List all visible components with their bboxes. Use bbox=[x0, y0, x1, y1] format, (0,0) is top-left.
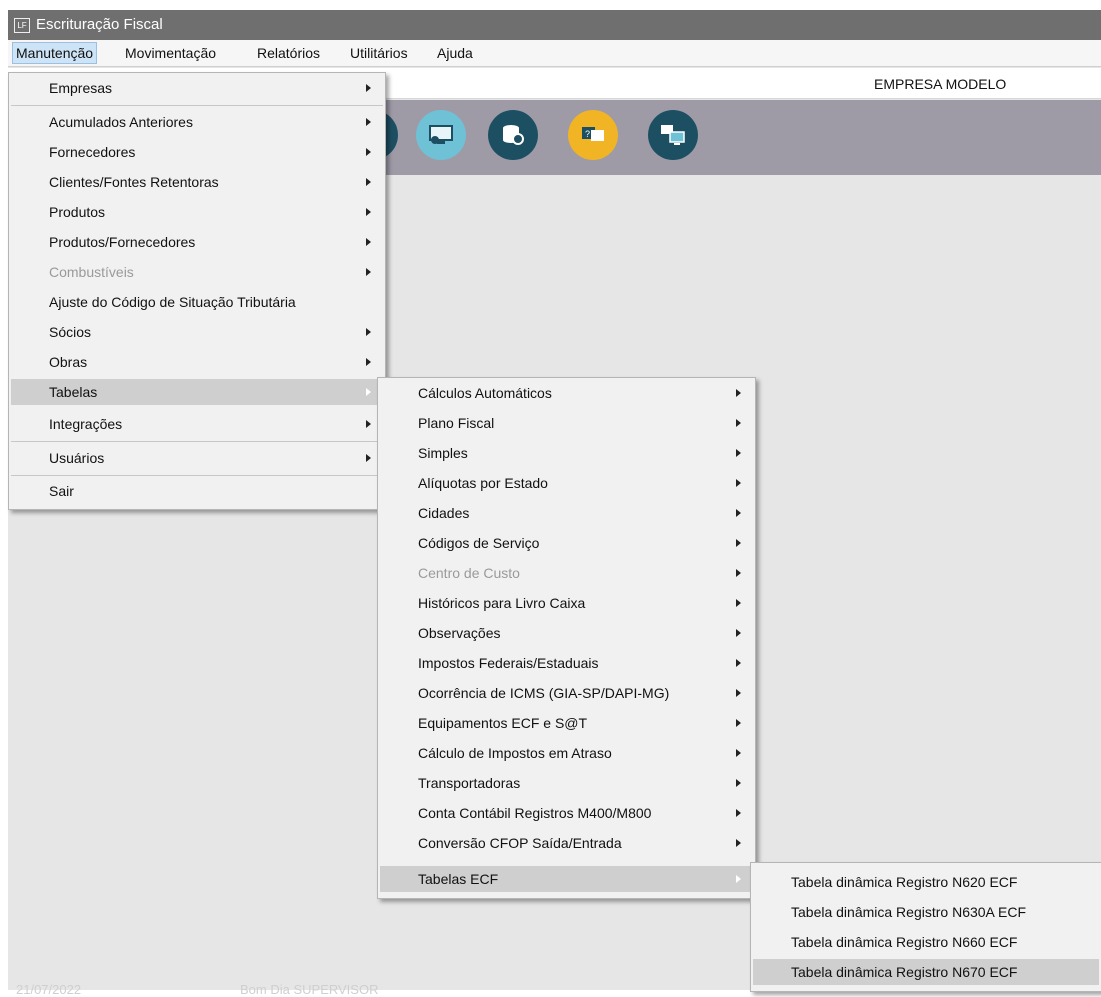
submenu-arrow-icon bbox=[736, 599, 741, 607]
submenu-arrow-icon bbox=[736, 539, 741, 547]
menu-item-codigos-de-servico[interactable]: Códigos de Serviço bbox=[380, 530, 753, 556]
menu-item-calculo-impostos-atraso[interactable]: Cálculo de Impostos em Atraso bbox=[380, 740, 753, 766]
menu-item-calculos-automaticos[interactable]: Cálculos Automáticos bbox=[380, 380, 753, 406]
submenu-arrow-icon bbox=[736, 719, 741, 727]
menu-item-tabela-n630a[interactable]: Tabela dinâmica Registro N630A ECF bbox=[753, 899, 1099, 925]
menu-item-impostos-federais-estaduais[interactable]: Impostos Federais/Estaduais bbox=[380, 650, 753, 676]
submenu-arrow-icon bbox=[736, 569, 741, 577]
window-title: Escrituração Fiscal bbox=[36, 16, 163, 33]
submenu-arrow-icon bbox=[366, 454, 371, 462]
submenu-arrow-icon bbox=[736, 479, 741, 487]
submenu-arrow-icon bbox=[366, 178, 371, 186]
menu-item-equipamentos-ecf-sat[interactable]: Equipamentos ECF e S@T bbox=[380, 710, 753, 736]
submenu-arrow-icon bbox=[366, 118, 371, 126]
database-refresh-button[interactable] bbox=[488, 110, 538, 160]
menu-separator bbox=[11, 441, 383, 442]
lf-app-icon: LF bbox=[14, 18, 30, 33]
network-computers-button[interactable] bbox=[648, 110, 698, 160]
menu-item-tabelas[interactable]: Tabelas bbox=[11, 379, 383, 405]
submenu-arrow-icon bbox=[366, 84, 371, 92]
submenu-arrow-icon bbox=[366, 208, 371, 216]
monitor-sync-button[interactable] bbox=[416, 110, 466, 160]
submenu-arrow-icon bbox=[736, 779, 741, 787]
menu-ajuda[interactable]: Ajuda bbox=[434, 45, 476, 61]
menu-manutencao[interactable]: Manutenção bbox=[12, 42, 98, 64]
menu-separator bbox=[11, 105, 383, 106]
menu-item-clientes-fontes-retentoras[interactable]: Clientes/Fontes Retentoras bbox=[11, 169, 383, 195]
svg-text:?: ? bbox=[585, 129, 590, 139]
menu-item-usuarios[interactable]: Usuários bbox=[11, 445, 383, 471]
menu-item-combustiveis: Combustíveis bbox=[11, 259, 383, 285]
menu-item-tabelas-ecf[interactable]: Tabelas ECF bbox=[380, 866, 753, 892]
submenu-arrow-icon bbox=[366, 328, 371, 336]
menu-item-aliquotas-por-estado[interactable]: Alíquotas por Estado bbox=[380, 470, 753, 496]
submenu-arrow-icon bbox=[736, 419, 741, 427]
submenu-arrow-icon bbox=[736, 659, 741, 667]
tabelas-ecf-submenu: Tabela dinâmica Registro N620 ECF Tabela… bbox=[750, 862, 1101, 992]
help-chat-button[interactable]: ? bbox=[568, 110, 618, 160]
company-name: EMPRESA MODELO bbox=[874, 76, 1007, 92]
menu-item-produtos-fornecedores[interactable]: Produtos/Fornecedores bbox=[11, 229, 383, 255]
network-computers-icon bbox=[661, 125, 685, 145]
monitor-sync-icon bbox=[429, 125, 453, 144]
submenu-arrow-icon bbox=[366, 238, 371, 246]
submenu-arrow-icon bbox=[736, 839, 741, 847]
menu-item-conversao-cfop[interactable]: Conversão CFOP Saída/Entrada bbox=[380, 830, 753, 856]
menu-item-conta-contabil-m400-m800[interactable]: Conta Contábil Registros M400/M800 bbox=[380, 800, 753, 826]
menu-item-acumulados-anteriores[interactable]: Acumulados Anteriores bbox=[11, 109, 383, 135]
menu-item-fornecedores[interactable]: Fornecedores bbox=[11, 139, 383, 165]
menu-item-tabela-n620[interactable]: Tabela dinâmica Registro N620 ECF bbox=[753, 869, 1099, 895]
menu-utilitarios[interactable]: Utilitários bbox=[347, 45, 411, 61]
submenu-arrow-icon bbox=[366, 420, 371, 428]
title-bar: LF Escrituração Fiscal bbox=[8, 10, 1101, 40]
menu-item-simples[interactable]: Simples bbox=[380, 440, 753, 466]
submenu-arrow-icon bbox=[736, 689, 741, 697]
submenu-arrow-icon bbox=[736, 875, 741, 883]
menu-item-historicos-livro-caixa[interactable]: Históricos para Livro Caixa bbox=[380, 590, 753, 616]
menu-item-integracoes[interactable]: Integrações bbox=[11, 411, 383, 437]
menu-movimentacao[interactable]: Movimentação bbox=[122, 45, 219, 61]
submenu-arrow-icon bbox=[366, 358, 371, 366]
menu-separator bbox=[11, 475, 383, 476]
menu-item-socios[interactable]: Sócios bbox=[11, 319, 383, 345]
submenu-arrow-icon bbox=[736, 509, 741, 517]
submenu-arrow-icon bbox=[736, 449, 741, 457]
manutencao-menu: Empresas Acumulados Anteriores Fornecedo… bbox=[8, 72, 386, 510]
menu-relatorios[interactable]: Relatórios bbox=[254, 45, 323, 61]
submenu-arrow-icon bbox=[736, 389, 741, 397]
submenu-arrow-icon bbox=[736, 809, 741, 817]
menu-item-tabela-n670[interactable]: Tabela dinâmica Registro N670 ECF bbox=[753, 959, 1099, 985]
menu-item-empresas[interactable]: Empresas bbox=[11, 75, 383, 101]
menu-item-plano-fiscal[interactable]: Plano Fiscal bbox=[380, 410, 753, 436]
menu-item-obras[interactable]: Obras bbox=[11, 349, 383, 375]
database-refresh-icon bbox=[503, 125, 524, 145]
menu-item-tabela-n660[interactable]: Tabela dinâmica Registro N660 ECF bbox=[753, 929, 1099, 955]
submenu-arrow-icon bbox=[736, 629, 741, 637]
menu-item-ocorrencia-icms[interactable]: Ocorrência de ICMS (GIA-SP/DAPI-MG) bbox=[380, 680, 753, 706]
menu-item-sair[interactable]: Sair bbox=[11, 478, 383, 504]
menu-item-cidades[interactable]: Cidades bbox=[380, 500, 753, 526]
submenu-arrow-icon bbox=[366, 148, 371, 156]
help-chat-icon: ? bbox=[582, 127, 604, 141]
menu-item-centro-de-custo: Centro de Custo bbox=[380, 560, 753, 586]
menu-item-produtos[interactable]: Produtos bbox=[11, 199, 383, 225]
submenu-arrow-icon bbox=[736, 749, 741, 757]
menu-item-transportadoras[interactable]: Transportadoras bbox=[380, 770, 753, 796]
menu-item-ajuste-cst[interactable]: Ajuste do Código de Situação Tributária bbox=[11, 289, 383, 315]
submenu-arrow-icon bbox=[366, 268, 371, 276]
tabelas-submenu: Cálculos Automáticos Plano Fiscal Simple… bbox=[377, 377, 756, 899]
menu-item-observacoes[interactable]: Observações bbox=[380, 620, 753, 646]
menu-bar: Manutenção Movimentação Relatórios Utili… bbox=[8, 40, 1101, 67]
submenu-arrow-icon bbox=[366, 388, 371, 396]
